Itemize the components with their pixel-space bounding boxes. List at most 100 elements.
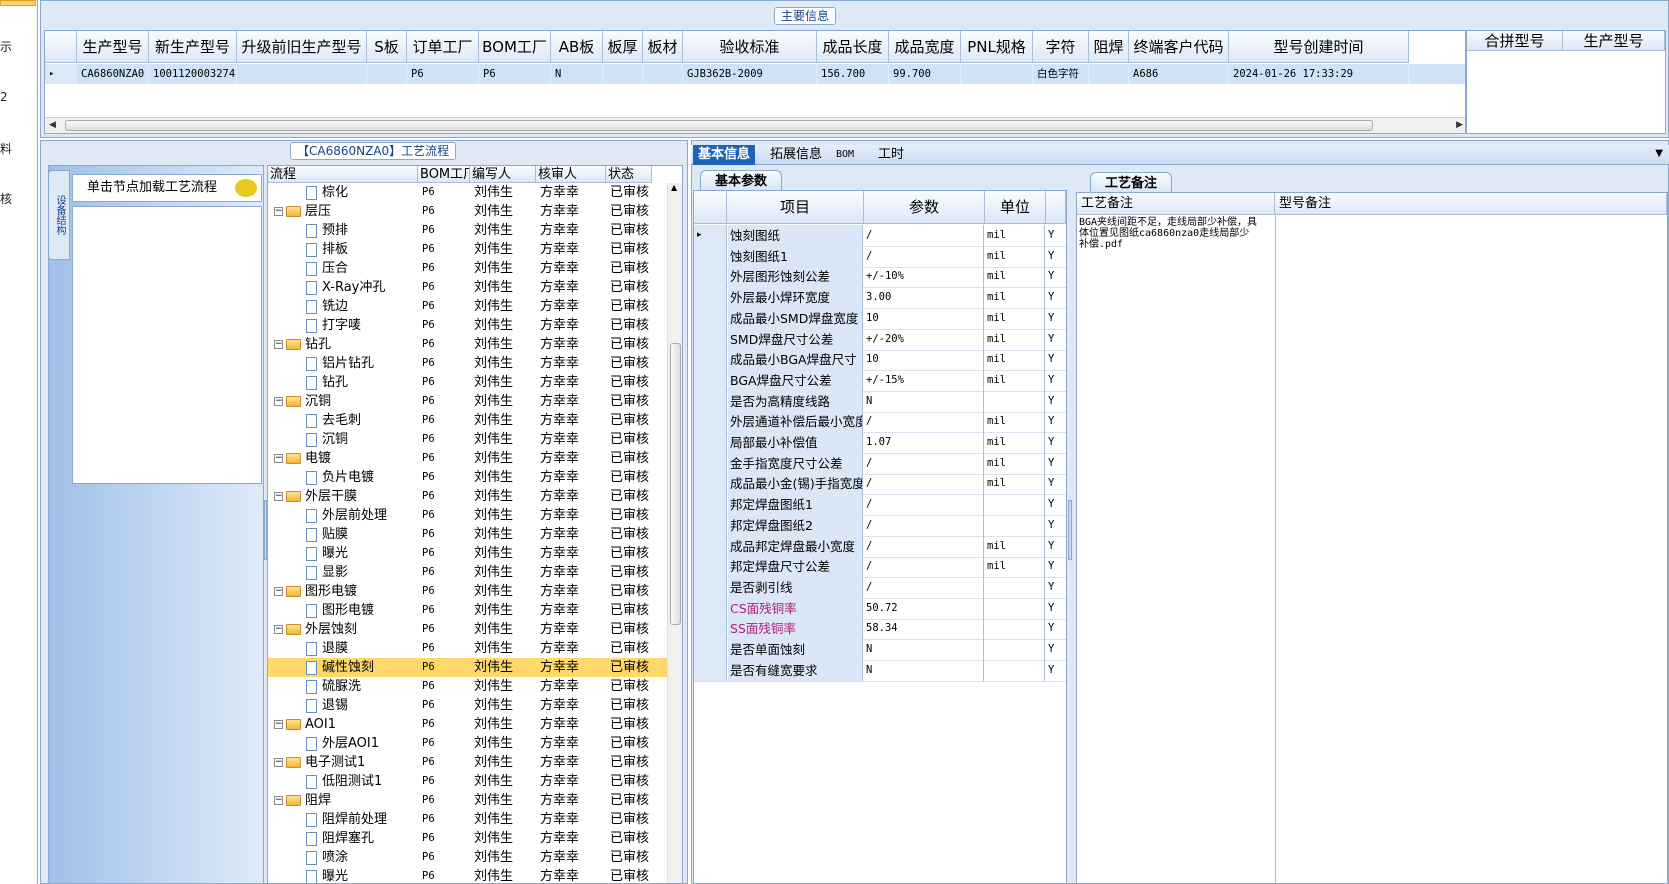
tree-node[interactable]: − 图形电镀 [274,582,418,601]
param-value[interactable]: / [864,514,984,536]
tree-row[interactable]: − AOI1 P6 刘伟生 方幸幸 已审核 [268,715,668,734]
col-header[interactable]: 新生产型号 [149,31,237,63]
tree-row[interactable]: − 图形电镀 P6 刘伟生 方幸幸 已审核 [268,582,668,601]
grid-cell[interactable]: P6 [479,64,551,84]
tree-row[interactable]: 低阻测试1 P6 刘伟生 方幸幸 已审核 [268,772,668,791]
grid-cell[interactable]: CA6860NZA0 [77,64,149,84]
nav-item[interactable]: 2 [0,90,8,104]
param-row[interactable]: 是否有缝宽要求 N Y [694,659,1066,682]
subtab-basic-params[interactable]: 基本参数 [700,170,783,192]
collapse-icon[interactable]: − [274,625,283,634]
param-row[interactable]: 成品最小金(锡)手指宽度 / mil Y [694,473,1066,496]
tree-node[interactable]: 曝光 [306,867,418,883]
tree-node[interactable]: 低阻测试1 [306,772,418,791]
param-value[interactable]: 1.07 [864,432,984,453]
col-header[interactable]: 板厚 [603,31,643,63]
scroll-thumb[interactable] [670,343,681,625]
grid-cell[interactable]: 白色字符 [1033,64,1089,84]
collapse-icon[interactable]: − [274,207,283,216]
param-value[interactable]: / [864,225,984,246]
tree-row[interactable]: − 外层干膜 P6 刘伟生 方幸幸 已审核 [268,487,668,506]
col-header[interactable]: 型号创建时间 [1229,31,1409,63]
tree-node[interactable]: 压合 [306,259,418,278]
scroll-up-icon[interactable]: ▲ [671,183,677,192]
tree-node[interactable]: − 电镀 [274,449,418,468]
tree-node[interactable]: 外层前处理 [306,506,418,525]
tree-row[interactable]: 去毛刺 P6 刘伟生 方幸幸 已审核 [268,411,668,430]
grid-cell[interactable]: 99.700 [889,64,961,84]
col-header-value[interactable]: 参数 [864,191,985,224]
nav-item[interactable]: 示 [0,38,12,55]
col-header[interactable]: PNL规格 [961,31,1033,63]
param-row[interactable]: 是否为高精度线路 N Y [694,390,1066,413]
col-header[interactable]: 阻焊 [1089,31,1129,63]
grid-cell[interactable]: N [551,64,603,84]
param-value[interactable]: / [864,452,984,474]
param-row[interactable]: 局部最小补偿值 1.07 mil Y [694,432,1066,454]
tree-row[interactable]: 铣边 P6 刘伟生 方幸幸 已审核 [268,297,668,316]
col-header[interactable]: 生产型号 [77,31,149,63]
tree-col-header[interactable]: 状态 [606,166,652,183]
param-value[interactable]: / [864,556,984,578]
tree-row[interactable]: 曝光 P6 刘伟生 方幸幸 已审核 [268,867,668,883]
param-row[interactable]: 是否剥引线 / Y [694,576,1066,599]
collapse-icon[interactable]: − [274,720,283,729]
tree-node[interactable]: − 钻孔 [274,335,418,354]
tree-row[interactable]: − 钻孔 P6 刘伟生 方幸幸 已审核 [268,335,668,354]
tree-row[interactable]: 阻焊前处理 P6 刘伟生 方幸幸 已审核 [268,810,668,829]
grid-cell[interactable]: GJB362B-2009 [683,64,817,84]
tab-process-notes[interactable]: 工艺备注 [1090,172,1173,194]
param-row[interactable]: SS面残铜率 58.34 Y [694,618,1066,641]
col-header[interactable]: 升级前旧生产型号 [237,31,367,63]
param-row[interactable]: BGA焊盘尺寸公差 +/-15% mil Y [694,369,1066,392]
col-header[interactable]: 订单工厂 [407,31,479,63]
tree-row[interactable]: 负片电镀 P6 刘伟生 方幸幸 已审核 [268,468,668,487]
tree-row[interactable]: 退锡 P6 刘伟生 方幸幸 已审核 [268,696,668,715]
tree-row[interactable]: − 沉铜 P6 刘伟生 方幸幸 已审核 [268,392,668,411]
param-value[interactable]: / [864,245,984,267]
param-value[interactable]: +/-10% [864,266,984,288]
col-header[interactable]: 成品长度 [817,31,889,63]
side-col-header[interactable]: 合拼型号 [1467,31,1563,51]
param-row[interactable]: 邦定焊盘图纸1/ Y [694,494,1066,517]
tree-node[interactable]: 喷涂 [306,848,418,867]
collapse-icon[interactable]: − [274,454,283,463]
grid-cell[interactable] [643,64,683,84]
side-col-header[interactable]: 生产型号 [1563,31,1665,51]
tree-node[interactable]: 贴膜 [306,525,418,544]
param-row[interactable]: 邦定焊盘图纸2/ Y [694,514,1066,537]
tree-node[interactable]: − 外层蚀刻 [274,620,418,639]
tree-row[interactable]: 退膜 P6 刘伟生 方幸幸 已审核 [268,639,668,658]
collapse-icon[interactable]: − [274,340,283,349]
tree-node[interactable]: 阻焊塞孔 [306,829,418,848]
param-row[interactable]: 成品最小SMD焊盘宽度 10 mil Y [694,307,1066,330]
col-header[interactable]: BOM工厂 [479,31,551,63]
tree-node[interactable]: 排板 [306,240,418,259]
col-header[interactable]: S板 [367,31,407,63]
grid-cell[interactable]: A686 [1129,64,1229,84]
col-header[interactable]: 成品宽度 [889,31,961,63]
tree-row[interactable]: 棕化 P6 刘伟生 方幸幸 已审核 [268,183,668,202]
param-value[interactable]: N [864,390,984,412]
tree-node[interactable]: 曝光 [306,544,418,563]
param-row[interactable]: 成品邦定焊盘最小宽度 / mil Y [694,535,1066,558]
tree-row[interactable]: − 层压 P6 刘伟生 方幸幸 已审核 [268,202,668,221]
process-note-text[interactable]: BGA夹线间距不足，走线局部少补偿，具体位置见图纸ca6860nza0走线局部少… [1079,217,1259,250]
param-row[interactable]: ▸ 蚀刻图纸 / mil Y [694,225,1066,247]
tree-row[interactable]: 图形电镀 P6 刘伟生 方幸幸 已审核 [268,601,668,620]
tree-row[interactable]: 贴膜 P6 刘伟生 方幸幸 已审核 [268,525,668,544]
tree-row[interactable]: 曝光 P6 刘伟生 方幸幸 已审核 [268,544,668,563]
param-row[interactable]: 外层通道补偿后最小宽度 / mil Y [694,411,1066,434]
tab-bom[interactable]: BOM [831,145,859,165]
grid-cell[interactable] [367,64,407,84]
tree-node[interactable]: 铝片钻孔 [306,354,418,373]
tree-node[interactable]: 外层AOI1 [306,734,418,753]
param-row[interactable]: 蚀刻图纸1/mil Y [694,245,1066,268]
tree-row[interactable]: 外层AOI1 P6 刘伟生 方幸幸 已审核 [268,734,668,753]
tree-col-header[interactable]: 编写人 [470,166,536,183]
tree-node[interactable]: − AOI1 [274,715,418,734]
tab-basic-info[interactable]: 基本信息 [693,145,756,165]
tree-col-header[interactable]: 流程 [268,166,418,183]
col-header-unit[interactable]: 单位 [985,191,1046,224]
col-header[interactable]: 板材 [643,31,683,63]
